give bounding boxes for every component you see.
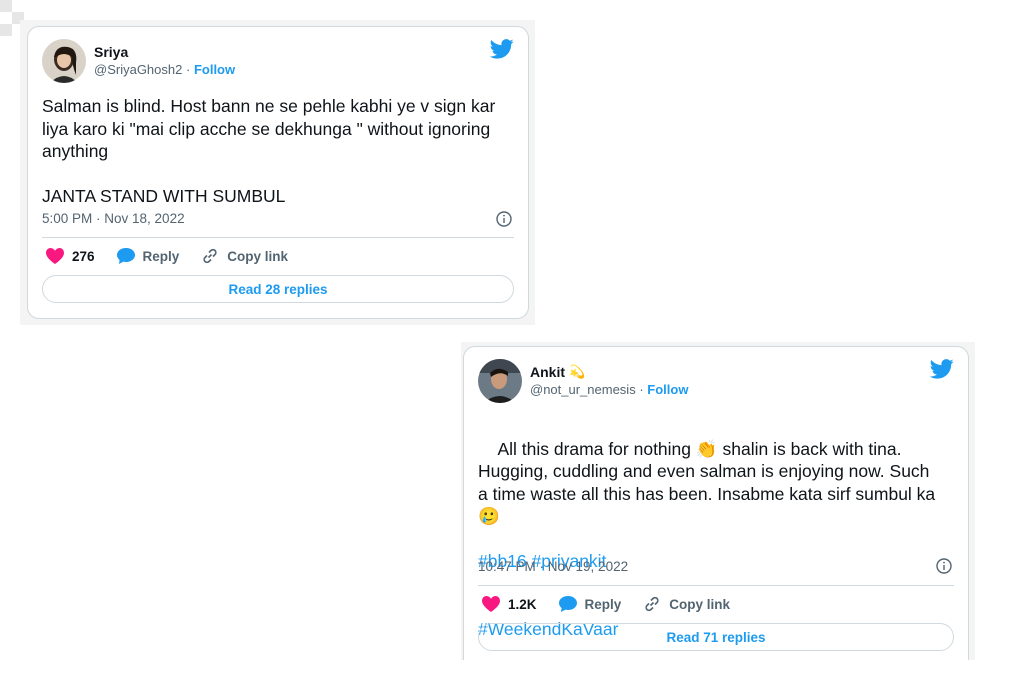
twitter-bird-icon[interactable]: [490, 39, 514, 59]
user-handle[interactable]: @SriyaGhosh2: [94, 62, 182, 77]
tweet-body: All this drama for nothing 👏 shalin is b…: [478, 438, 936, 527]
info-icon[interactable]: [496, 211, 512, 227]
link-icon: [645, 596, 659, 612]
like-count: 276: [72, 248, 95, 264]
background-artifact: [0, 24, 12, 36]
read-replies-button[interactable]: Read 28 replies: [42, 275, 514, 303]
heart-icon: [482, 596, 500, 612]
follow-button[interactable]: Follow: [194, 62, 235, 77]
display-name[interactable]: Sriya: [94, 43, 235, 61]
copy-link-label: Copy link: [669, 596, 731, 612]
copy-link-button[interactable]: Copy link: [643, 595, 730, 613]
divider: [478, 585, 954, 586]
tweet-card: Ankit 💫 @not_ur_nemesis · Follow All thi…: [463, 346, 969, 660]
copy-link-label: Copy link: [227, 248, 289, 264]
display-name[interactable]: Ankit 💫: [530, 363, 688, 381]
copy-link-button[interactable]: Copy link: [201, 247, 288, 265]
like-count: 1.2K: [508, 596, 537, 612]
like-button[interactable]: 1.2K: [482, 596, 537, 612]
reply-label: Reply: [584, 596, 622, 612]
name-emoji: 💫: [569, 364, 586, 379]
reply-bubble-icon: [558, 596, 577, 612]
avatar[interactable]: [478, 359, 522, 403]
tweet-timestamp[interactable]: 5:00 PM · Nov 18, 2022: [42, 211, 185, 226]
tweet-header: Sriya @SriyaGhosh2 · Follow: [42, 39, 235, 83]
reply-button[interactable]: Reply: [558, 596, 622, 612]
separator: ·: [639, 382, 644, 397]
reply-bubble-icon: [116, 248, 135, 264]
tweet-card: Sriya @SriyaGhosh2 · Follow Salman is bl…: [27, 26, 529, 319]
info-icon[interactable]: [936, 558, 952, 574]
like-button[interactable]: 276: [46, 248, 95, 264]
tweet-timestamp[interactable]: 10:47 PM · Nov 19, 2022: [478, 559, 628, 574]
user-handle[interactable]: @not_ur_nemesis: [530, 382, 636, 397]
separator: ·: [185, 62, 191, 77]
tweet-text: Salman is blind. Host bann ne se pehle k…: [42, 96, 496, 206]
background-artifact: [0, 0, 12, 12]
divider: [42, 237, 514, 238]
tweet-actions: 1.2K Reply Copy link: [482, 595, 752, 613]
avatar[interactable]: [42, 39, 86, 83]
read-replies-button[interactable]: Read 71 replies: [478, 623, 954, 651]
heart-icon: [46, 248, 64, 264]
reply-label: Reply: [142, 248, 180, 264]
twitter-bird-icon[interactable]: [930, 359, 954, 379]
follow-button[interactable]: Follow: [647, 382, 688, 397]
tweet-actions: 276 Reply Copy link: [46, 247, 310, 265]
link-icon: [203, 248, 217, 264]
tweet-header: Ankit 💫 @not_ur_nemesis · Follow: [478, 359, 688, 403]
reply-button[interactable]: Reply: [116, 248, 180, 264]
